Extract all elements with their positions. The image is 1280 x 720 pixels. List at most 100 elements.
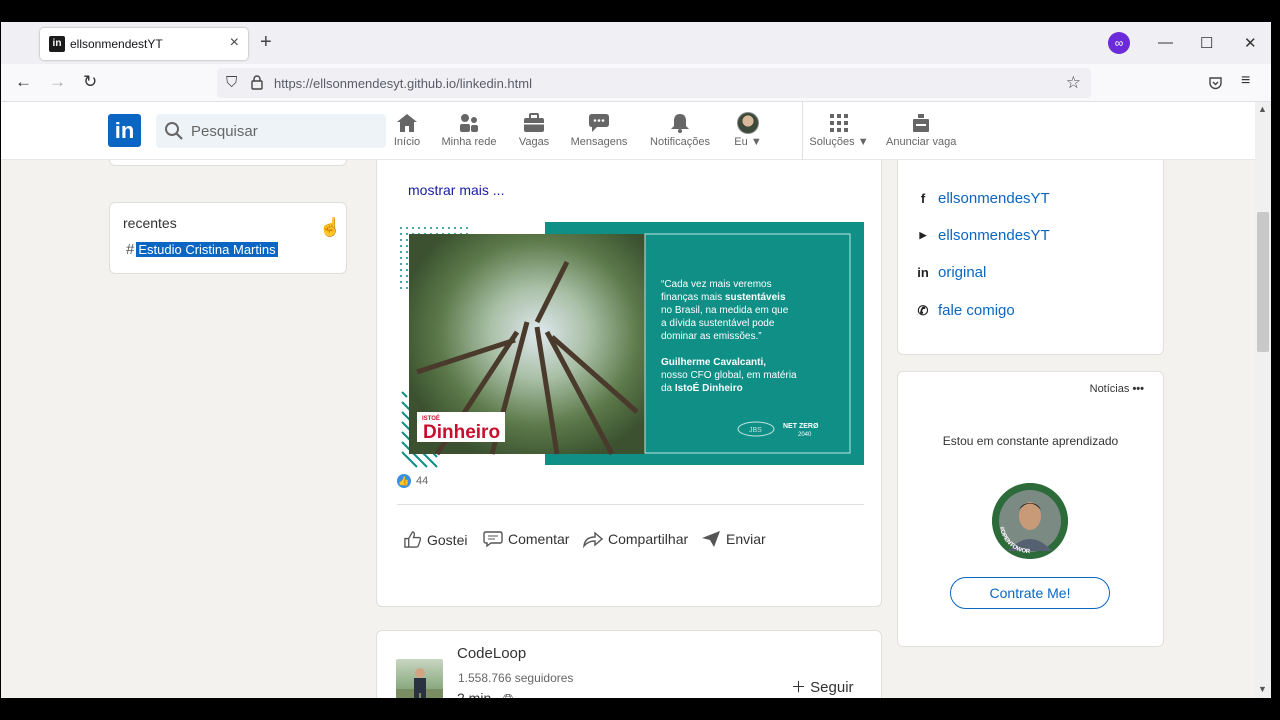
url-text[interactable]: https://ellsonmendesyt.github.io/linkedi…: [274, 76, 532, 91]
svg-text:Dinheiro: Dinheiro: [423, 422, 500, 443]
post-card: mostrar mais ... ISTOÉ Dinheiro “Cada ve…: [376, 152, 882, 607]
close-tab-icon[interactable]: ×: [230, 34, 239, 52]
svg-text:JBS: JBS: [749, 427, 762, 434]
bookmark-star-icon[interactable]: ☆: [1066, 73, 1081, 93]
comment-label: Comentar: [508, 531, 570, 547]
briefcase-icon: [524, 113, 544, 132]
screen: in ellsonmendestYT × + ∞ — ☐ ✕ ← → ↻ ⛉ h…: [0, 0, 1280, 720]
recentes-item[interactable]: # Estudio Cristina Martins: [126, 241, 278, 258]
search-input[interactable]: [191, 114, 381, 148]
globe-icon: 🌐︎: [503, 691, 513, 698]
news-label-text: Notícias: [1089, 383, 1130, 395]
next-post-card: CodeLoop 1.558.766 seguidores 2 min . 🌐︎…: [376, 630, 882, 698]
company-name[interactable]: CodeLoop: [457, 645, 526, 662]
linkedin-logo[interactable]: in: [108, 114, 141, 147]
hand-cursor-icon: ☝: [319, 217, 342, 237]
caret-down-icon: ▼: [857, 136, 869, 148]
company-avatar[interactable]: [396, 659, 443, 698]
comment-icon: [483, 531, 503, 548]
nav-anunciar-vaga[interactable]: Anunciar vaga: [886, 112, 956, 148]
facebook-link[interactable]: f ellsonmendesYT: [916, 190, 1050, 207]
nav-inicio[interactable]: Início: [372, 112, 442, 148]
header-divider: [802, 102, 803, 160]
svg-text:a dívida sustentável pode: a dívida sustentável pode: [661, 318, 775, 329]
svg-text:finanças mais sustentáveis: finanças mais sustentáveis: [661, 292, 786, 303]
post-time: 2 min . 🌐︎: [457, 690, 513, 698]
share-icon: [583, 531, 603, 548]
post-image[interactable]: ISTOÉ Dinheiro “Cada vez mais veremos fi…: [397, 222, 864, 468]
recentes-item-label[interactable]: Estudio Cristina Martins: [136, 242, 278, 257]
reload-icon[interactable]: ↻: [83, 72, 97, 92]
profile-photo[interactable]: #OPENTOWORK: [992, 483, 1068, 559]
private-mask-icon[interactable]: ∞: [1108, 32, 1130, 54]
hire-me-button[interactable]: Contrate Me!: [950, 577, 1110, 609]
reactions-number: 44: [416, 475, 429, 487]
comment-button[interactable]: Comentar: [483, 530, 569, 548]
reactions-count[interactable]: 👍 44: [397, 474, 428, 488]
page-viewport: recentes # Estudio Cristina Martins ☝ mos…: [1, 102, 1255, 698]
maximize-button[interactable]: ☐: [1200, 34, 1213, 52]
shield-icon[interactable]: ⛉: [226, 74, 237, 91]
recentes-title: recentes: [123, 215, 177, 231]
new-tab-button[interactable]: +: [260, 31, 272, 53]
scroll-up-icon[interactable]: ▲: [1258, 104, 1267, 114]
scroll-down-icon[interactable]: ▼: [1258, 684, 1267, 694]
tab-strip: in ellsonmendestYT × + ∞ — ☐ ✕: [1, 22, 1271, 64]
search-box[interactable]: [156, 114, 386, 148]
hire-card: Notícias ••• Estou em constante aprendiz…: [897, 371, 1164, 647]
follow-label: Seguir: [810, 679, 854, 696]
nav-mensagens[interactable]: Mensagens: [564, 112, 634, 148]
nav-eu[interactable]: Eu ▼: [713, 112, 783, 148]
whatsapp-icon: ✆: [917, 302, 929, 318]
lock-icon[interactable]: [251, 75, 263, 90]
vertical-scrollbar[interactable]: ▲ ▼: [1255, 102, 1271, 698]
like-reaction-icon: 👍: [397, 474, 411, 488]
scrollbar-thumb[interactable]: [1257, 212, 1269, 352]
nav-notificacoes[interactable]: Notificações: [645, 112, 715, 148]
post-job-icon: [913, 114, 929, 132]
youtube-label[interactable]: ellsonmendesYT: [938, 227, 1050, 244]
send-button[interactable]: Enviar: [701, 530, 766, 548]
nav-vagas[interactable]: Vagas: [499, 112, 569, 148]
nav-inicio-label: Início: [393, 136, 421, 148]
forward-arrow-icon[interactable]: →: [49, 72, 66, 92]
nav-eu-label: Eu: [734, 136, 748, 148]
whatsapp-link[interactable]: ✆ fale comigo: [916, 302, 1015, 319]
facebook-label[interactable]: ellsonmendesYT: [938, 190, 1050, 207]
svg-text:ISTOÉ: ISTOÉ: [422, 414, 440, 422]
open-to-work-avatar: #OPENTOWORK: [992, 483, 1068, 559]
svg-text:2040: 2040: [798, 432, 812, 438]
nav-notificacoes-label: Notificações: [650, 136, 710, 148]
nav-anunciar-vaga-label: Anunciar vaga: [886, 136, 957, 148]
svg-text:dominar as emissões.”: dominar as emissões.”: [661, 331, 762, 342]
post-divider: [397, 504, 864, 505]
more-dots-icon[interactable]: •••: [1132, 383, 1144, 395]
news-label[interactable]: Notícias •••: [1090, 383, 1144, 395]
linkedin-link[interactable]: in original: [916, 264, 986, 281]
nav-solucoes[interactable]: Soluções ▼: [804, 112, 874, 148]
share-button[interactable]: Compartilhar: [583, 530, 688, 548]
follow-button[interactable]: ＋ Seguir: [791, 676, 854, 697]
back-arrow-icon[interactable]: ←: [15, 72, 32, 92]
whatsapp-label[interactable]: fale comigo: [938, 302, 1015, 319]
menu-icon[interactable]: ≡: [1241, 72, 1250, 90]
close-window-button[interactable]: ✕: [1244, 34, 1257, 52]
contact-links-card: f ellsonmendesYT ▶ ellsonmendesYT in ori…: [897, 142, 1164, 355]
mostrar-mais-link[interactable]: mostrar mais ...: [408, 182, 504, 198]
svg-text:da IstoÉ Dinheiro: da IstoÉ Dinheiro: [661, 381, 743, 394]
youtube-link[interactable]: ▶ ellsonmendesYT: [916, 227, 1050, 244]
browser-tab[interactable]: in ellsonmendestYT ×: [40, 28, 248, 60]
thumbs-up-icon: [404, 531, 422, 548]
navigation-bar: ← → ↻ ⛉ https://ellsonmendesyt.github.io…: [1, 64, 1271, 102]
grid-apps-icon: [830, 114, 848, 132]
svg-text:“Cada vez mais veremos: “Cada vez mais veremos: [661, 279, 772, 290]
minimize-button[interactable]: —: [1158, 34, 1173, 51]
nav-minha-rede-label: Minha rede: [441, 136, 497, 148]
linkedin-label[interactable]: original: [938, 264, 986, 281]
like-button[interactable]: Gostei: [403, 530, 467, 549]
url-bar[interactable]: ⛉ https://ellsonmendesyt.github.io/linke…: [217, 68, 1091, 98]
nav-minha-rede[interactable]: Minha rede: [434, 112, 504, 148]
pocket-icon[interactable]: [1208, 76, 1223, 91]
send-label: Enviar: [726, 531, 766, 547]
company-followers: 1.558.766 seguidores: [458, 671, 574, 685]
